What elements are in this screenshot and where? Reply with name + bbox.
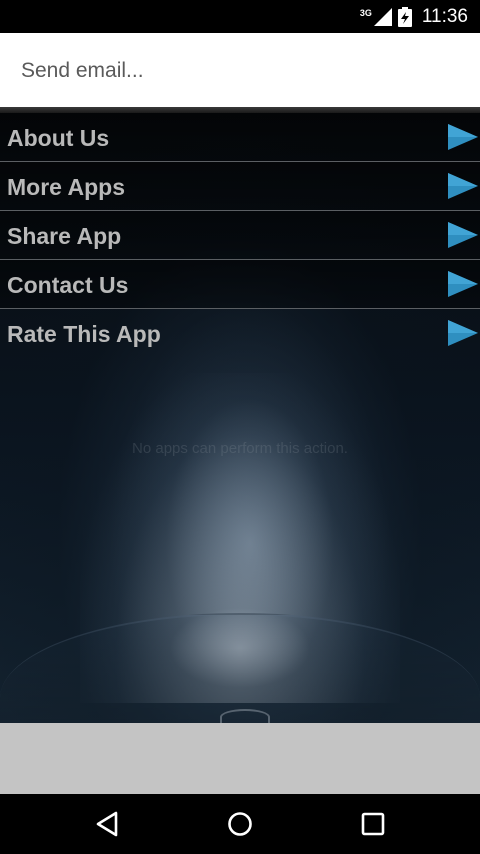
arrow-right-icon <box>448 222 478 248</box>
arrow-right-icon <box>448 320 478 346</box>
menu-item-label: Share App <box>7 223 122 249</box>
main-content: No apps can perform this action. About U… <box>0 113 480 723</box>
status-icons: 3G 11:36 <box>360 0 468 33</box>
menu-item-share-app[interactable]: Share App <box>0 211 480 260</box>
share-dialog-header: Send email... <box>0 33 480 107</box>
back-icon[interactable] <box>90 807 124 841</box>
menu-item-label: About Us <box>7 125 110 151</box>
recents-icon[interactable] <box>356 807 390 841</box>
background-floor <box>0 613 480 723</box>
menu-item-contact-us[interactable]: Contact Us <box>0 260 480 309</box>
menu-item-about-us[interactable]: About Us <box>0 113 480 162</box>
clock: 11:36 <box>421 5 468 27</box>
arrow-right-icon <box>448 173 478 199</box>
arrow-right-icon <box>448 271 478 297</box>
arrow-right-icon <box>448 124 478 150</box>
menu-item-label: More Apps <box>7 174 125 200</box>
menu-item-rate-this-app[interactable]: Rate This App <box>0 309 480 357</box>
battery-icon <box>397 6 412 27</box>
ad-banner-area <box>0 723 480 794</box>
menu-item-label: Contact Us <box>7 272 129 298</box>
status-bar: 3G 11:36 <box>0 0 480 33</box>
dialog-title: Send email... <box>21 59 144 82</box>
lamp-icon <box>220 709 270 723</box>
signal-icon <box>373 7 392 26</box>
navigation-bar <box>0 794 480 854</box>
menu-item-label: Rate This App <box>7 321 161 347</box>
home-icon[interactable] <box>223 807 257 841</box>
menu-item-more-apps[interactable]: More Apps <box>0 162 480 211</box>
no-apps-message: No apps can perform this action. <box>132 440 348 457</box>
menu-list: About Us More Apps Share App Contact Us … <box>0 113 480 357</box>
network-type-label: 3G <box>359 8 372 18</box>
